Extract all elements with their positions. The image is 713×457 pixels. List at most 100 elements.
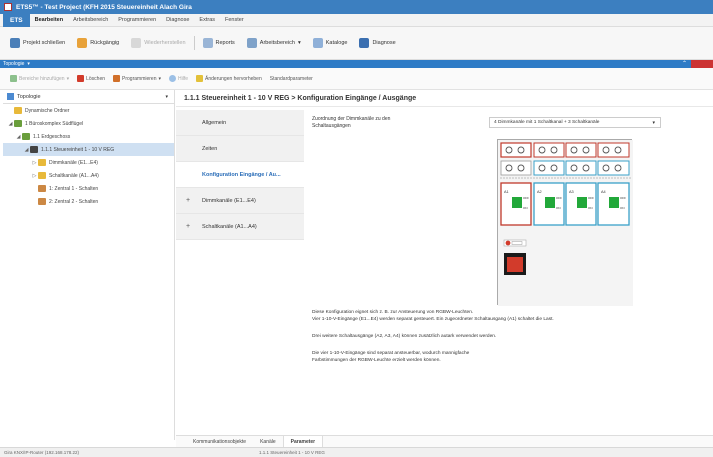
expand-arrow-icon[interactable]: ◢ [23, 147, 30, 153]
tree-item-label: Dynamische Ordner [25, 107, 70, 114]
nav-item[interactable]: Allgemein [176, 110, 304, 136]
redo-icon [131, 38, 142, 48]
assignment-label: Zuordnung der Dimmkanäle zu den Schaltau… [312, 116, 391, 129]
off-label: OFF [588, 196, 594, 200]
page-title: 1.1.1 Steuereinheit 1 - 10 V REG > Konfi… [176, 90, 713, 107]
device-illustration: A1 A2 A3 A4 OFF ON OFF ON OFF ON OFF ON [497, 139, 633, 306]
assignment-select[interactable]: 4 Dimmkanäle mit 1 Schaltkanal + 3 Schal… [489, 117, 661, 128]
tree-item[interactable]: ▷ Dimmkanäle (E1...E4) [3, 156, 174, 169]
description-para-3: Die vier 1-10-V-Eingänge sind separat an… [312, 351, 470, 363]
catalog-icon [312, 38, 323, 48]
tree-item-label: Schaltkanäle (A1...A4) [49, 172, 99, 179]
nav-item-label: Zeiten [202, 145, 218, 152]
tab-channels[interactable]: Kanäle [253, 436, 283, 448]
delete-button[interactable]: Löschen [73, 75, 109, 82]
expand-arrow-icon[interactable]: ▷ [31, 173, 38, 179]
folder-icon [14, 107, 22, 114]
description-para-2: Drei weitere Schaltausgänge (A2, A3, A4)… [312, 334, 497, 339]
chevron-down-icon[interactable]: ▾ [27, 61, 30, 67]
channel-label-a3: A3 [569, 190, 574, 194]
tab-parameters[interactable]: Parameter [282, 435, 324, 448]
topology-icon [7, 93, 14, 100]
nav-item-label: Dimmkanäle (E1...E4) [202, 197, 256, 204]
highlight-changes-button[interactable]: Änderungen hervorheben [192, 75, 266, 82]
diagnosis-icon [359, 38, 370, 48]
undo-button[interactable]: Rückgängig [71, 35, 125, 51]
tab-communication-objects[interactable]: Kommunikationsobjekte [186, 436, 253, 448]
catalogs-button[interactable]: Kataloge [307, 35, 354, 51]
tree-item[interactable]: Dynamische Ordner [3, 104, 174, 117]
tree-item[interactable]: ◢ 1.1 Erdgeschoss [3, 130, 174, 143]
folder-icon [38, 185, 46, 192]
info-icon [169, 75, 176, 82]
panel-title: Topologie [3, 61, 25, 67]
tree-item-label: Dimmkanäle (E1...E4) [49, 159, 98, 166]
plus-icon[interactable]: + [186, 197, 190, 204]
nav-item[interactable]: + Schaltkanäle (A1...A4) [176, 214, 304, 240]
on-label: ON [588, 206, 593, 210]
topology-tree: Topologie ▾ Dynamische Ordner ◢ 1 Büroskomp… [3, 90, 175, 440]
tree-item[interactable]: 1: Zentral 1 - Schalten [3, 182, 174, 195]
menu-bearbeiten[interactable]: Bearbeiten [30, 17, 68, 23]
nav-item[interactable]: Konfiguration Eingänge / Au... [176, 162, 304, 188]
menu-programmieren[interactable]: Programmieren [113, 17, 161, 23]
tree-item[interactable]: ▷ Schaltkanäle (A1...A4) [3, 169, 174, 182]
redo-button[interactable]: Wiederherstellen [125, 35, 191, 51]
close-panel-button[interactable] [691, 60, 713, 68]
tree-item[interactable]: 2: Zentral 2 - Schalten [3, 195, 174, 208]
panel-toolbar: Bereiche hinzufügen ▾ Löschen Programmier… [0, 68, 713, 90]
nav-item-label: Konfiguration Eingänge / Au... [202, 171, 281, 178]
default-params-button[interactable]: Standardparameter [266, 76, 317, 82]
tree-item-label: 1 Büroskomplex Südflügel [25, 120, 84, 127]
expand-arrow-icon[interactable]: ◢ [15, 134, 22, 140]
expand-arrow-icon[interactable]: ◢ [7, 121, 14, 127]
toolbar-divider [193, 36, 195, 50]
undo-icon [77, 38, 88, 48]
folder-icon [22, 133, 30, 140]
tree-item-label: 2: Zentral 2 - Schalten [49, 198, 99, 205]
parameter-nav: Allgemein Zeiten Konfiguration Eingänge / … [176, 110, 304, 440]
close-project-button[interactable]: Projekt schließen [4, 35, 71, 51]
collapse-icon[interactable]: ⌃ [682, 60, 687, 67]
reports-button[interactable]: Reports [197, 35, 241, 51]
folder-icon [38, 159, 46, 166]
off-label: OFF [523, 196, 529, 200]
off-label: OFF [556, 196, 562, 200]
menu-fenster[interactable]: Fenster [220, 17, 249, 23]
menu-arbeitsbereich[interactable]: Arbeitsbereich [68, 17, 113, 23]
window-title: ETS5™ - Test Project (KFH 2015 Steuerein… [16, 3, 192, 11]
add-areas-button[interactable]: Bereiche hinzufügen ▾ [6, 75, 73, 82]
nav-item[interactable]: + Dimmkanäle (E1...E4) [176, 188, 304, 214]
folder-icon [14, 120, 22, 127]
parameter-content: Zuordnung der Dimmkanäle zu den Schaltau… [312, 112, 707, 432]
menu-bar: ETS Bearbeiten Arbeitsbereich Programmie… [0, 13, 713, 27]
menu-extras[interactable]: Extras [194, 17, 220, 23]
chevron-down-icon: ▾ [297, 40, 301, 46]
status-interface[interactable]: Gira KNX/IP-Router (192.168.178.22) [4, 450, 79, 455]
workspace-icon [246, 38, 257, 48]
ets-menu-button[interactable]: ETS [3, 13, 30, 27]
device-editor: 1.1.1 Steuereinheit 1 - 10 V REG > Konfi… [176, 90, 713, 440]
menu-diagnose[interactable]: Diagnose [161, 17, 194, 23]
nav-item-label: Allgemein [202, 119, 227, 126]
tree-header[interactable]: Topologie ▾ [3, 90, 174, 104]
folder-icon [38, 172, 46, 179]
plus-icon[interactable]: + [186, 223, 190, 230]
chevron-down-icon: ▾ [652, 119, 655, 126]
status-bar: Gira KNX/IP-Router (192.168.178.22) 1.1.… [0, 447, 713, 457]
on-label: ON [620, 206, 625, 210]
diagnosis-button[interactable]: Diagnose [353, 35, 401, 51]
project-icon [10, 38, 20, 48]
plus-icon [10, 75, 17, 82]
workspace-button[interactable]: Arbeitsbereich ▾ [241, 35, 307, 51]
tree-item[interactable]: ◢ 1.1.1 Steuereinheit 1 - 10 V REG [3, 143, 174, 156]
tree-item[interactable]: ◢ 1 Büroskomplex Südflügel [3, 117, 174, 130]
program-button[interactable]: Programmieren ▾ [109, 75, 165, 82]
nav-item[interactable]: Zeiten [176, 136, 304, 162]
expand-arrow-icon[interactable]: ▷ [31, 160, 38, 166]
folder-icon [30, 146, 38, 153]
main-toolbar: Projekt schließen Rückgängig Wiederherst… [0, 27, 713, 60]
on-label: ON [556, 206, 561, 210]
help-button[interactable]: Hilfe [165, 75, 192, 82]
status-led-area [503, 239, 527, 275]
